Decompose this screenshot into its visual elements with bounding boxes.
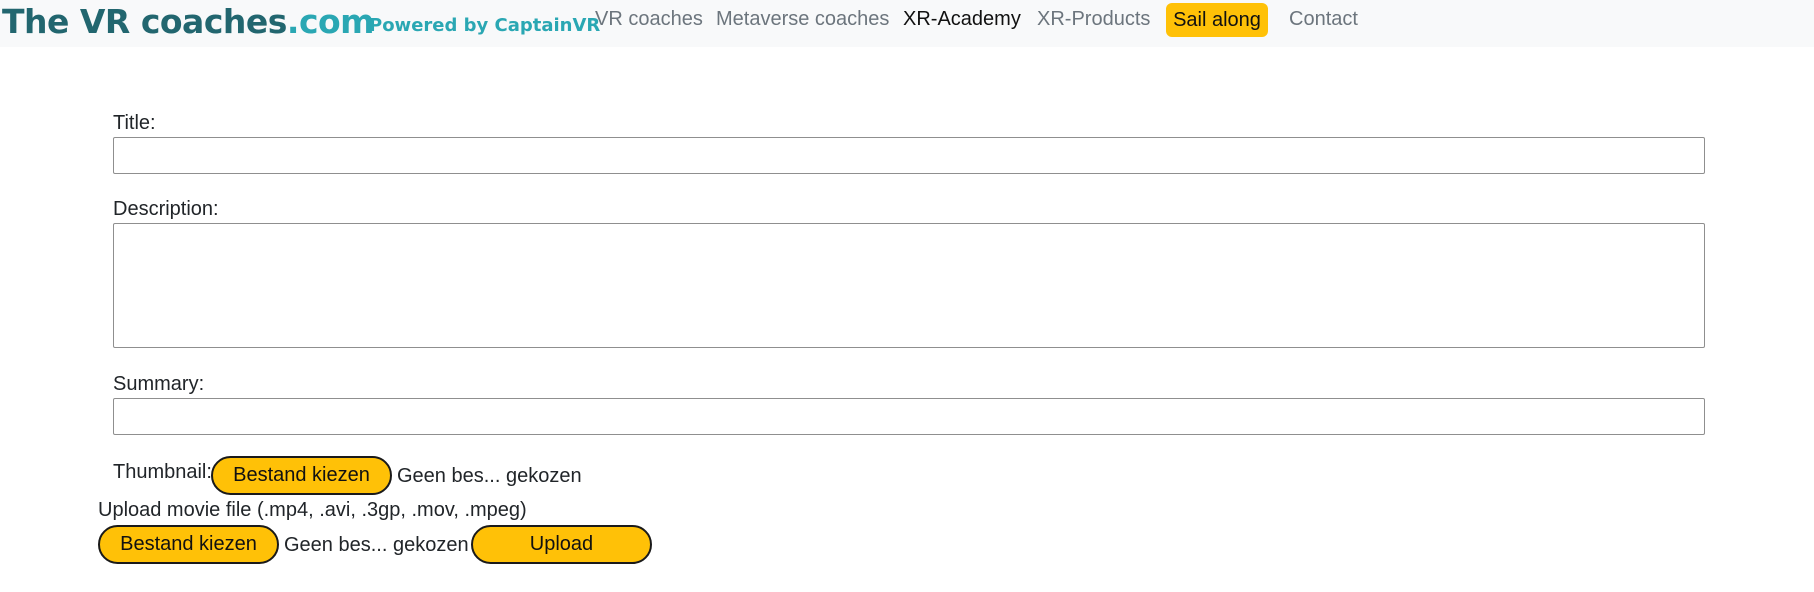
movie-choose-file-button[interactable]: Bestand kiezen <box>98 525 279 564</box>
movie-file-status: Geen bes... gekozen <box>284 534 469 556</box>
description-textarea[interactable] <box>113 223 1705 348</box>
nav-link-contact[interactable]: Contact <box>1289 4 1358 34</box>
brand-tld: .com <box>286 2 375 41</box>
movie-upload-label: Upload movie file (.mp4, .avi, .3gp, .mo… <box>98 499 527 521</box>
upload-button[interactable]: Upload <box>471 525 652 564</box>
nav-link-metaverse-coaches[interactable]: Metaverse coaches <box>716 4 889 34</box>
nav-link-sail-along[interactable]: Sail along <box>1166 3 1268 37</box>
thumbnail-file-status: Geen bes... gekozen <box>397 465 582 487</box>
navbar: The VR coaches.com Powered by CaptainVR … <box>0 0 1814 47</box>
summary-label: Summary: <box>113 373 205 395</box>
description-label: Description: <box>113 198 219 220</box>
powered-by-tagline: Powered by CaptainVR <box>369 15 601 36</box>
title-label: Title: <box>113 112 156 134</box>
brand-logo[interactable]: The VR coaches.com <box>2 0 375 44</box>
nav-link-xr-academy[interactable]: XR-Academy <box>903 4 1021 34</box>
title-input[interactable] <box>113 137 1705 174</box>
brand-name: The VR coaches <box>2 2 287 41</box>
thumbnail-choose-file-button[interactable]: Bestand kiezen <box>211 456 392 495</box>
summary-input[interactable] <box>113 398 1705 435</box>
nav-link-xr-products[interactable]: XR-Products <box>1037 4 1150 34</box>
nav-link-vr-coaches[interactable]: VR coaches <box>595 4 703 34</box>
thumbnail-label: Thumbnail: <box>113 461 212 483</box>
